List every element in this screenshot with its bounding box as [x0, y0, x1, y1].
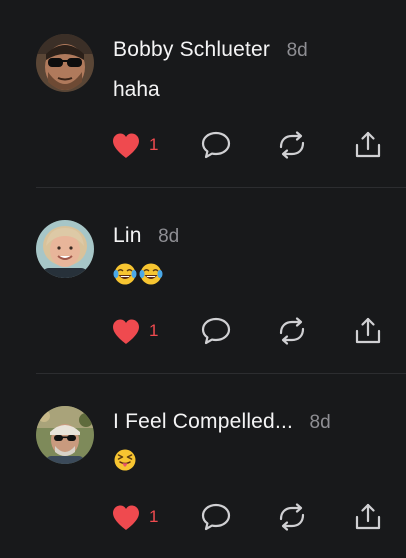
face-with-tears-of-joy-icon	[139, 263, 163, 285]
action-bar: 1	[0, 500, 406, 534]
reply-timestamp: 8d	[309, 412, 331, 433]
repost-button[interactable]	[276, 500, 308, 534]
like-button[interactable]: 1	[111, 128, 158, 162]
author-name[interactable]: Bobby Schlueter	[113, 38, 270, 61]
heart-icon	[113, 505, 139, 530]
repost-arrows-icon	[279, 503, 305, 531]
speech-bubble-icon	[201, 317, 231, 345]
reply-emoji	[113, 262, 165, 286]
author-name[interactable]: I Feel Compelled...	[113, 410, 293, 433]
author-avatar[interactable]	[36, 406, 94, 464]
like-count: 1	[149, 321, 159, 340]
reply-text: haha	[113, 78, 160, 101]
action-bar: 1	[0, 128, 406, 162]
comment-button[interactable]	[200, 500, 232, 534]
heart-icon	[113, 133, 139, 158]
like-count: 1	[149, 507, 159, 526]
author-avatar[interactable]	[36, 220, 94, 278]
reply-item: Lin 8d 1	[0, 186, 406, 374]
reply-thread: Bobby Schlueter 8d haha 1 Lin 8d 1 I Fee…	[0, 0, 406, 556]
reply-header: Bobby Schlueter 8d	[113, 38, 308, 64]
action-bar: 1	[0, 314, 406, 348]
reply-item: Bobby Schlueter 8d haha 1	[0, 0, 406, 188]
share-button[interactable]	[353, 500, 383, 534]
face-with-tears-of-joy-icon	[113, 263, 137, 285]
repost-button[interactable]	[276, 128, 308, 162]
reply-header: I Feel Compelled... 8d	[113, 410, 331, 436]
speech-bubble-icon	[201, 503, 231, 531]
reply-timestamp: 8d	[158, 226, 180, 247]
reply-timestamp: 8d	[286, 40, 308, 61]
squinting-face-with-tongue-icon	[114, 449, 136, 471]
speech-bubble-icon	[201, 131, 231, 159]
like-button[interactable]: 1	[111, 314, 158, 348]
share-button[interactable]	[353, 128, 383, 162]
like-button[interactable]: 1	[111, 500, 158, 534]
like-count: 1	[149, 135, 159, 154]
repost-arrows-icon	[279, 317, 305, 345]
comment-button[interactable]	[200, 128, 232, 162]
share-upload-icon	[355, 131, 381, 158]
author-avatar[interactable]	[36, 34, 94, 92]
author-name[interactable]: Lin	[113, 224, 142, 247]
heart-icon	[113, 319, 139, 344]
share-upload-icon	[355, 317, 381, 344]
comment-button[interactable]	[200, 314, 232, 348]
repost-button[interactable]	[276, 314, 308, 348]
repost-arrows-icon	[279, 131, 305, 159]
share-upload-icon	[355, 503, 381, 530]
reply-header: Lin 8d	[113, 224, 179, 250]
share-button[interactable]	[353, 314, 383, 348]
reply-emoji	[113, 448, 139, 472]
reply-item: I Feel Compelled... 8d 1	[0, 372, 406, 558]
